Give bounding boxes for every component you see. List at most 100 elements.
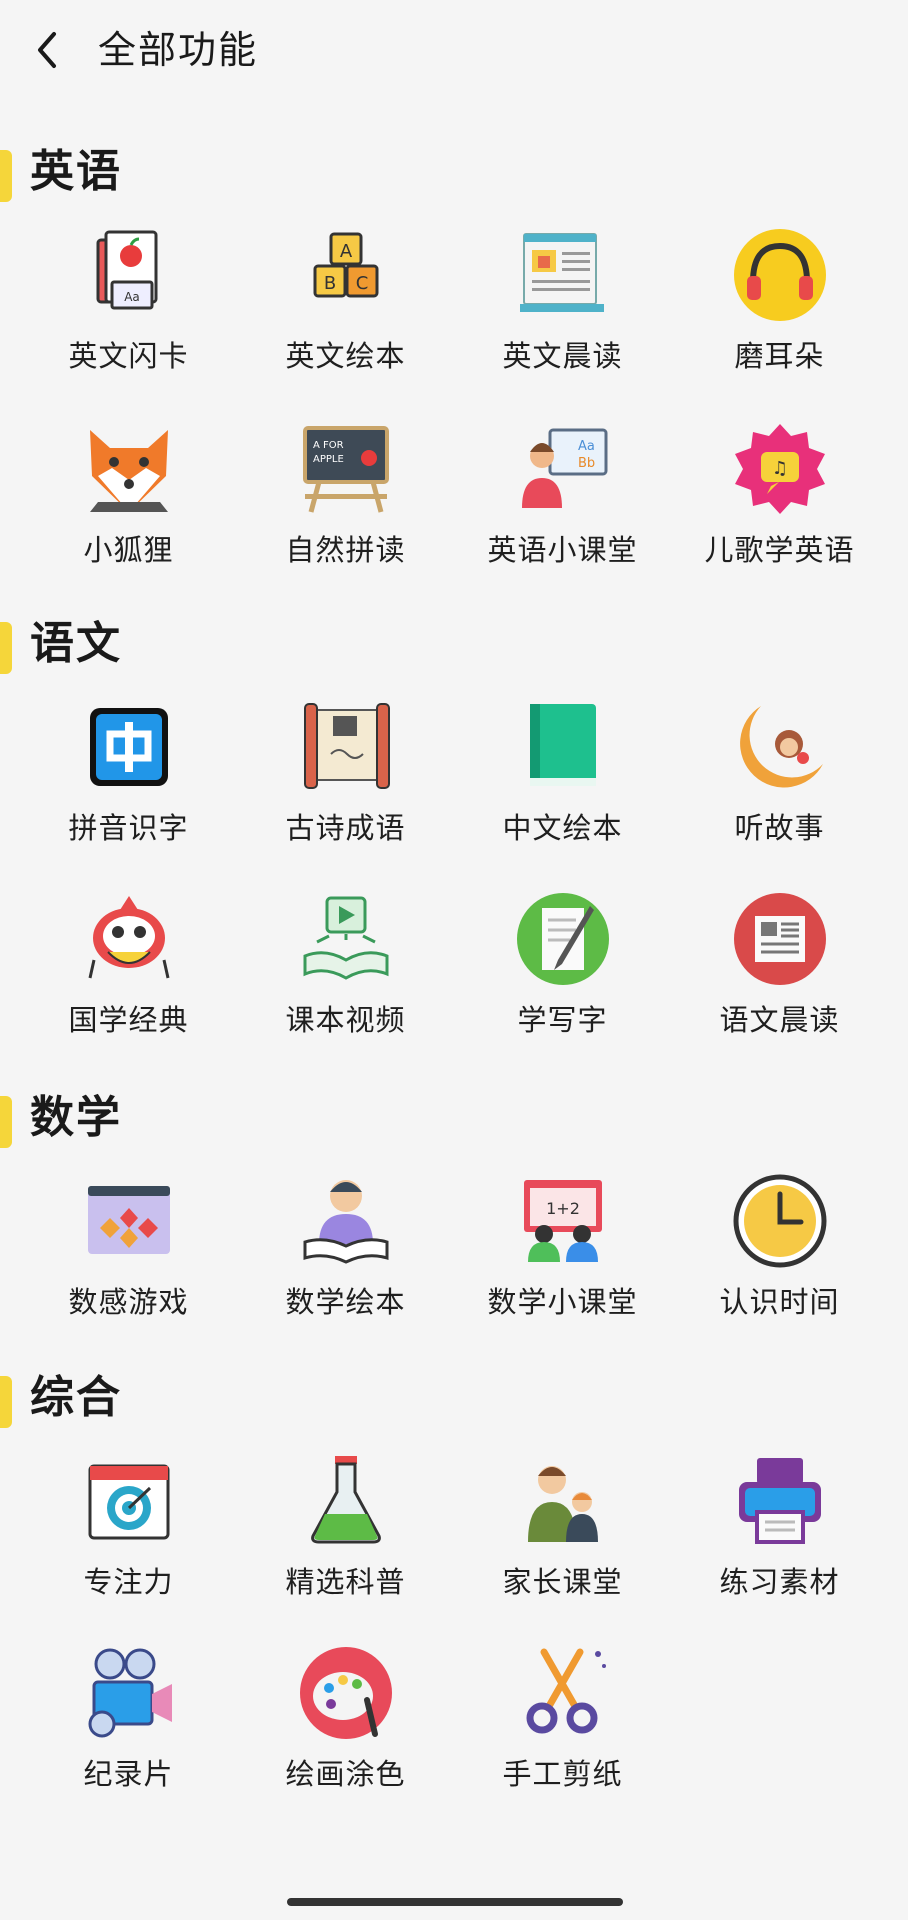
page-title: 全部功能 <box>98 28 259 72</box>
red-newspaper-icon <box>731 890 829 988</box>
section-chinese: 语文 <box>0 614 908 674</box>
back-arrow-icon[interactable] <box>28 26 68 74</box>
feature-item[interactable]: Aa Bb 英语小课堂 <box>454 420 671 590</box>
film-camera-icon <box>80 1644 178 1742</box>
svg-text:APPLE: APPLE <box>313 454 344 465</box>
section-general: 综合 <box>0 1368 908 1428</box>
feature-label: 磨耳朵 <box>734 339 825 373</box>
fox-icon <box>80 420 178 518</box>
svg-text:A: A <box>340 241 353 262</box>
feature-item[interactable]: ABC 英文绘本 <box>237 226 454 396</box>
clock-icon <box>731 1172 829 1270</box>
feature-label: 英文晨读 <box>502 339 623 373</box>
feature-item[interactable]: Aa 英文闪卡 <box>20 226 237 396</box>
feature-label: 小狐狸 <box>83 533 174 567</box>
feature-item[interactable]: 拼音识字 <box>20 698 237 868</box>
svg-text:1+2: 1+2 <box>546 1199 580 1218</box>
section-math: 数学 <box>0 1088 908 1148</box>
section-title: 英语 <box>30 146 122 197</box>
section-accent-bar <box>0 1376 12 1428</box>
feature-label: 古诗成语 <box>285 811 406 845</box>
svg-text:Bb: Bb <box>578 456 595 471</box>
feature-item[interactable]: 1+2 数学小课堂 <box>454 1172 671 1342</box>
feature-item[interactable]: 数学绘本 <box>237 1172 454 1342</box>
section-title: 语文 <box>30 618 122 669</box>
feature-label: 数感游戏 <box>68 1285 189 1319</box>
feature-label: 家长课堂 <box>502 1565 623 1599</box>
lion-dance-icon <box>80 890 178 988</box>
feature-item[interactable]: 古诗成语 <box>237 698 454 868</box>
section-title: 数学 <box>30 1092 122 1143</box>
moon-monkey-icon <box>731 698 829 796</box>
svg-text:B: B <box>324 273 336 294</box>
teacher-icon: Aa Bb <box>514 420 612 518</box>
abc-blocks-icon: ABC <box>297 226 395 324</box>
feature-label: 语文晨读 <box>719 1003 840 1037</box>
feature-item[interactable]: 语文晨读 <box>671 890 888 1060</box>
home-indicator[interactable] <box>287 1898 623 1906</box>
feature-item[interactable]: 学写字 <box>454 890 671 1060</box>
feature-label: 英文闪卡 <box>68 339 189 373</box>
feature-item[interactable]: A FOR APPLE 自然拼读 <box>237 420 454 590</box>
feature-item[interactable]: 认识时间 <box>671 1172 888 1342</box>
chalkboard-icon: A FOR APPLE <box>297 420 395 518</box>
reading-child-icon <box>297 1172 395 1270</box>
pen-paper-icon <box>514 890 612 988</box>
feature-item[interactable]: ♫ 儿歌学英语 <box>671 420 888 590</box>
section-accent-bar <box>0 622 12 674</box>
feature-item[interactable]: 纪录片 <box>20 1644 237 1814</box>
feature-item[interactable]: 听故事 <box>671 698 888 868</box>
svg-text:Aa: Aa <box>578 439 595 454</box>
music-badge-icon: ♫ <box>731 420 829 518</box>
feature-item[interactable]: 练习素材 <box>671 1452 888 1622</box>
feature-label: 英文绘本 <box>285 339 406 373</box>
math-class-icon: 1+2 <box>514 1172 612 1270</box>
flashcard-icon: Aa <box>80 226 178 324</box>
feature-label: 练习素材 <box>719 1565 840 1599</box>
top-bar: 全部功能 <box>0 0 908 100</box>
svg-text:♫: ♫ <box>772 458 788 479</box>
feature-label: 课本视频 <box>285 1003 406 1037</box>
feature-item[interactable]: 专注力 <box>20 1452 237 1622</box>
feature-item[interactable]: 英文晨读 <box>454 226 671 396</box>
flask-icon <box>297 1452 395 1550</box>
video-book-icon <box>297 890 395 988</box>
feature-item[interactable]: 手工剪纸 <box>454 1644 671 1814</box>
feature-label: 数学绘本 <box>285 1285 406 1319</box>
feature-label: 手工剪纸 <box>502 1757 623 1791</box>
scroll-icon <box>297 698 395 796</box>
section-english: 英语 <box>0 142 908 202</box>
palette-icon <box>297 1644 395 1742</box>
feature-item[interactable]: 磨耳朵 <box>671 226 888 396</box>
feature-label: 认识时间 <box>719 1285 840 1319</box>
section-title: 综合 <box>30 1372 122 1423</box>
feature-label: 国学经典 <box>68 1003 189 1037</box>
zhong-character-icon <box>80 698 178 796</box>
feature-item[interactable]: 课本视频 <box>237 890 454 1060</box>
feature-label: 绘画涂色 <box>285 1757 406 1791</box>
scissors-icon <box>514 1644 612 1742</box>
feature-label: 纪录片 <box>83 1757 174 1791</box>
feature-item[interactable]: 小狐狸 <box>20 420 237 590</box>
feature-item[interactable]: 精选科普 <box>237 1452 454 1622</box>
section-accent-bar <box>0 150 12 202</box>
feature-label: 英语小课堂 <box>487 533 638 567</box>
feature-item[interactable]: 国学经典 <box>20 890 237 1060</box>
svg-text:Aa: Aa <box>124 290 140 304</box>
target-calendar-icon <box>80 1452 178 1550</box>
parent-child-icon <box>514 1452 612 1550</box>
feature-item[interactable]: 绘画涂色 <box>237 1644 454 1814</box>
feature-item[interactable]: 中文绘本 <box>454 698 671 868</box>
feature-item[interactable]: 家长课堂 <box>454 1452 671 1622</box>
green-book-icon <box>514 698 612 796</box>
math-game-icon <box>80 1172 178 1270</box>
feature-label: 听故事 <box>734 811 825 845</box>
svg-text:A FOR: A FOR <box>313 440 344 451</box>
printer-icon <box>731 1452 829 1550</box>
feature-label: 专注力 <box>83 1565 174 1599</box>
feature-item[interactable]: 数感游戏 <box>20 1172 237 1342</box>
newspaper-icon <box>514 226 612 324</box>
headphones-icon <box>731 226 829 324</box>
section-accent-bar <box>0 1096 12 1148</box>
feature-label: 拼音识字 <box>68 811 189 845</box>
